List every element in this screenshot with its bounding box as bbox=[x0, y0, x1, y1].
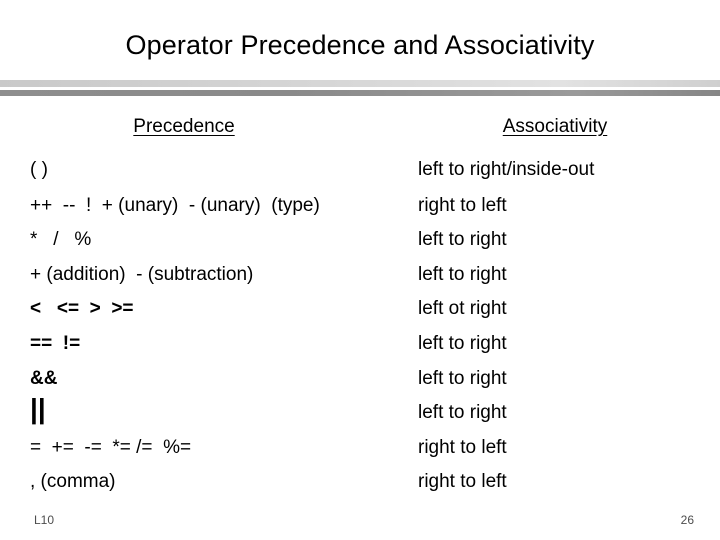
table-row: * / % left to right bbox=[0, 227, 720, 262]
table-row: || left to right bbox=[0, 395, 720, 435]
cell-associativity: left to right bbox=[418, 229, 507, 251]
cell-associativity: left to right bbox=[418, 367, 507, 389]
cell-precedence: + (addition) - (subtraction) bbox=[30, 263, 254, 285]
table-row: , (comma) right to left bbox=[0, 469, 720, 504]
cell-precedence: ( ) bbox=[30, 159, 48, 180]
operator-precedence-table: Precedence Associativity ( ) left to rig… bbox=[0, 110, 720, 504]
column-header-associativity: Associativity bbox=[502, 116, 608, 137]
cell-associativity: left to right/inside-out bbox=[418, 159, 595, 180]
cell-associativity: left ot right bbox=[418, 298, 507, 320]
table-row: ++ -- ! + (unary) - (unary) (type) right… bbox=[0, 193, 720, 228]
column-header-precedence: Precedence bbox=[133, 116, 235, 137]
cell-precedence: = += -= *= /= %= bbox=[30, 436, 192, 458]
table-row: ( ) left to right/inside-out bbox=[0, 158, 720, 193]
page-title: Operator Precedence and Associativity bbox=[125, 30, 595, 60]
table-row: < <= > >= left ot right bbox=[0, 296, 720, 331]
cell-associativity: right to left bbox=[418, 194, 507, 216]
table-row: = += -= *= /= %= right to left bbox=[0, 435, 720, 470]
table-row: + (addition) - (subtraction) left to rig… bbox=[0, 262, 720, 297]
table-row: && left to right bbox=[0, 366, 720, 401]
table-body: ( ) left to right/inside-out ++ -- ! + (… bbox=[0, 158, 720, 504]
cell-precedence: < <= > >= bbox=[30, 298, 134, 320]
cell-precedence: ++ -- ! + (unary) - (unary) (type) bbox=[30, 194, 320, 216]
cell-precedence: && bbox=[30, 367, 58, 389]
cell-associativity: right to left bbox=[418, 471, 507, 493]
cell-associativity: left to right bbox=[418, 332, 507, 354]
divider-bar-dark bbox=[0, 90, 720, 96]
title-divider bbox=[0, 80, 720, 97]
cell-precedence: == != bbox=[30, 332, 81, 354]
divider-bar-light bbox=[0, 80, 720, 87]
footer-lecture-label: L10 bbox=[34, 513, 55, 527]
cell-associativity: right to left bbox=[418, 436, 507, 458]
table-row: == != left to right bbox=[0, 331, 720, 366]
cell-precedence: * / % bbox=[30, 229, 92, 251]
footer-page-number: 26 bbox=[680, 513, 694, 527]
table-header-row: Precedence Associativity bbox=[0, 110, 720, 146]
cell-precedence: , (comma) bbox=[30, 471, 116, 493]
cell-associativity: left to right bbox=[418, 263, 507, 285]
slide-footer: L10 26 bbox=[0, 512, 720, 532]
cell-associativity: left to right bbox=[418, 402, 507, 424]
cell-precedence: || bbox=[30, 393, 46, 425]
